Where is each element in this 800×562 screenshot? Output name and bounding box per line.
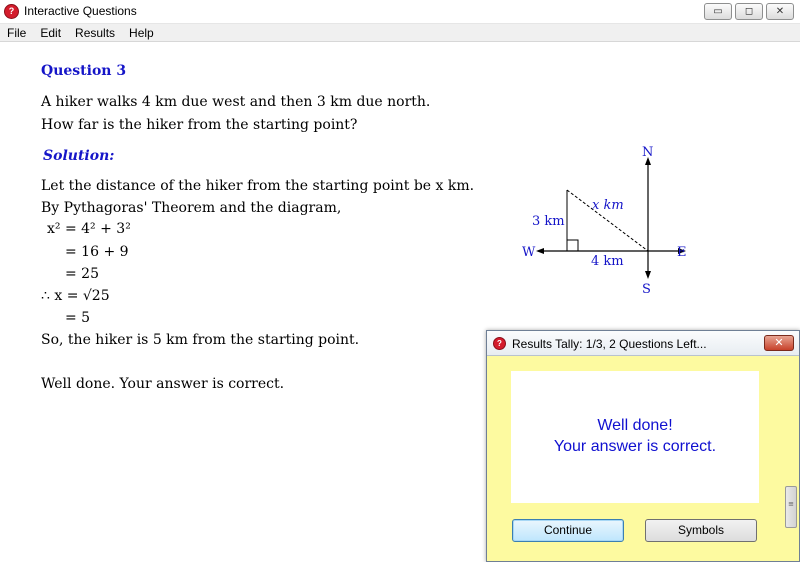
dialog-title-bar[interactable]: ? Results Tally: 1/3, 2 Questions Left..… — [487, 331, 799, 356]
conclusion-text: So, the hiker is 5 km from the starting … — [41, 332, 360, 348]
dialog-message-line-2: Your answer is correct. — [553, 438, 717, 455]
math-step-1: x² = 4² + 3² — [47, 221, 131, 237]
math-step-3: = 25 — [65, 266, 99, 282]
window-title: Interactive Questions — [24, 4, 137, 18]
solution-line: Let the distance of the hiker from the s… — [41, 178, 475, 194]
menu-help[interactable]: Help — [122, 24, 161, 41]
math-step-5: = 5 — [65, 310, 91, 326]
window-controls: ▭ ◻ ✕ — [704, 3, 794, 20]
minimize-icon: ▭ — [713, 6, 723, 17]
question-app-icon: ? — [4, 4, 19, 19]
dialog-title: Results Tally: 1/3, 2 Questions Left... — [512, 337, 707, 351]
vertical-side-label: 3 km — [532, 214, 565, 229]
math-step-4: ∴ x = √25 — [41, 288, 110, 304]
solution-heading: Solution: — [43, 148, 115, 164]
south-label: S — [642, 282, 651, 297]
math-step-2: = 16 + 9 — [65, 244, 129, 260]
west-label: W — [522, 245, 536, 260]
question-text-line: A hiker walks 4 km due west and then 3 k… — [41, 94, 431, 110]
west-arrow-icon — [536, 248, 544, 254]
minimize-button[interactable]: ▭ — [704, 3, 732, 20]
symbols-button[interactable]: Symbols — [645, 519, 757, 542]
close-icon: ✕ — [775, 6, 785, 17]
solution-line: By Pythagoras' Theorem and the diagram, — [41, 200, 342, 216]
close-button[interactable]: ✕ — [766, 3, 794, 20]
title-bar: ? Interactive Questions ▭ ◻ ✕ — [0, 0, 800, 24]
maximize-button[interactable]: ◻ — [735, 3, 763, 20]
north-label: N — [642, 145, 653, 160]
dialog-close-button[interactable]: ✕ — [764, 335, 794, 351]
dialog-message-panel: Well done! Your answer is correct. — [511, 371, 759, 503]
question-title: Question 3 — [41, 63, 127, 79]
dialog-message: Well done! Your answer is correct. — [511, 415, 759, 457]
maximize-icon: ◻ — [744, 6, 754, 17]
question-text-line: How far is the hiker from the starting p… — [41, 117, 358, 133]
results-tally-dialog: ? Results Tally: 1/3, 2 Questions Left..… — [486, 330, 800, 562]
east-label: E — [677, 245, 687, 260]
compass-diagram: N S W E 3 km 4 km x km — [522, 145, 687, 297]
hypotenuse-label: x km — [592, 198, 624, 213]
menu-results[interactable]: Results — [68, 24, 122, 41]
right-angle-marker — [566, 239, 579, 252]
horizontal-side-label: 4 km — [591, 254, 624, 269]
continue-button[interactable]: Continue — [512, 519, 624, 542]
feedback-text: Well done. Your answer is correct. — [41, 376, 285, 392]
menu-bar: File Edit Results Help — [0, 24, 800, 42]
menu-file[interactable]: File — [0, 24, 33, 41]
question-app-icon: ? — [493, 337, 506, 350]
south-arrow-icon — [645, 271, 651, 279]
dialog-message-line-1: Well done! — [597, 417, 673, 434]
dialog-scrollbar[interactable]: ≡ — [785, 486, 797, 528]
grip-icon: ≡ — [788, 500, 794, 508]
menu-edit[interactable]: Edit — [33, 24, 68, 41]
